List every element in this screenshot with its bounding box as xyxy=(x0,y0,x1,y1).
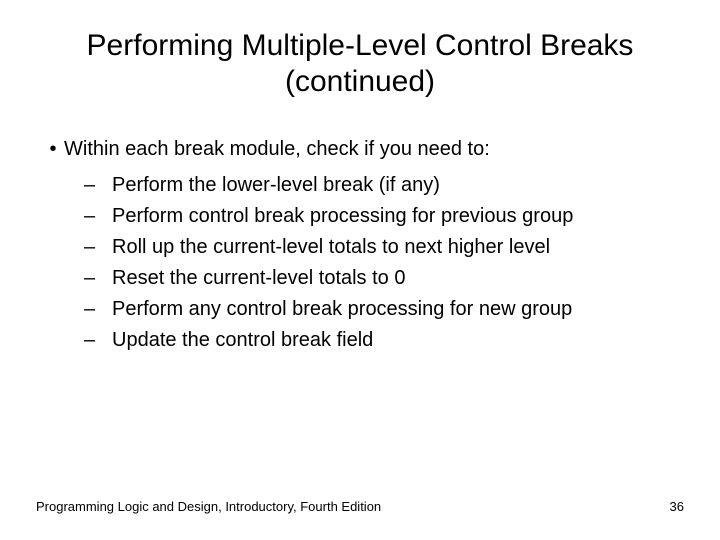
sub-bullet-marker: – xyxy=(84,265,112,292)
bullet-item: • Within each break module, check if you… xyxy=(42,136,684,162)
sub-bullet-item: – Update the control break field xyxy=(84,327,684,354)
sub-bullet-marker: – xyxy=(84,296,112,323)
sub-bullet-item: – Roll up the current-level totals to ne… xyxy=(84,234,684,261)
footer-source: Programming Logic and Design, Introducto… xyxy=(36,499,381,514)
sub-bullet-text: Perform control break processing for pre… xyxy=(112,203,573,230)
bullet-text: Within each break module, check if you n… xyxy=(64,136,490,162)
slide-footer: Programming Logic and Design, Introducto… xyxy=(36,499,684,514)
sub-bullet-text: Reset the current-level totals to 0 xyxy=(112,265,405,292)
page-number: 36 xyxy=(670,499,684,514)
sub-bullet-marker: – xyxy=(84,327,112,354)
sub-bullet-text: Perform any control break processing for… xyxy=(112,296,572,323)
slide: Performing Multiple-Level Control Breaks… xyxy=(0,0,720,540)
sub-bullet-text: Roll up the current-level totals to next… xyxy=(112,234,550,261)
sub-bullet-list: – Perform the lower-level break (if any)… xyxy=(42,172,684,354)
sub-bullet-item: – Perform control break processing for p… xyxy=(84,203,684,230)
slide-title: Performing Multiple-Level Control Breaks… xyxy=(36,28,684,100)
sub-bullet-marker: – xyxy=(84,203,112,230)
sub-bullet-text: Update the control break field xyxy=(112,327,373,354)
slide-content: • Within each break module, check if you… xyxy=(36,136,684,354)
sub-bullet-item: – Perform the lower-level break (if any) xyxy=(84,172,684,199)
sub-bullet-item: – Perform any control break processing f… xyxy=(84,296,684,323)
bullet-marker: • xyxy=(42,136,64,162)
sub-bullet-text: Perform the lower-level break (if any) xyxy=(112,172,440,199)
sub-bullet-item: – Reset the current-level totals to 0 xyxy=(84,265,684,292)
sub-bullet-marker: – xyxy=(84,172,112,199)
sub-bullet-marker: – xyxy=(84,234,112,261)
